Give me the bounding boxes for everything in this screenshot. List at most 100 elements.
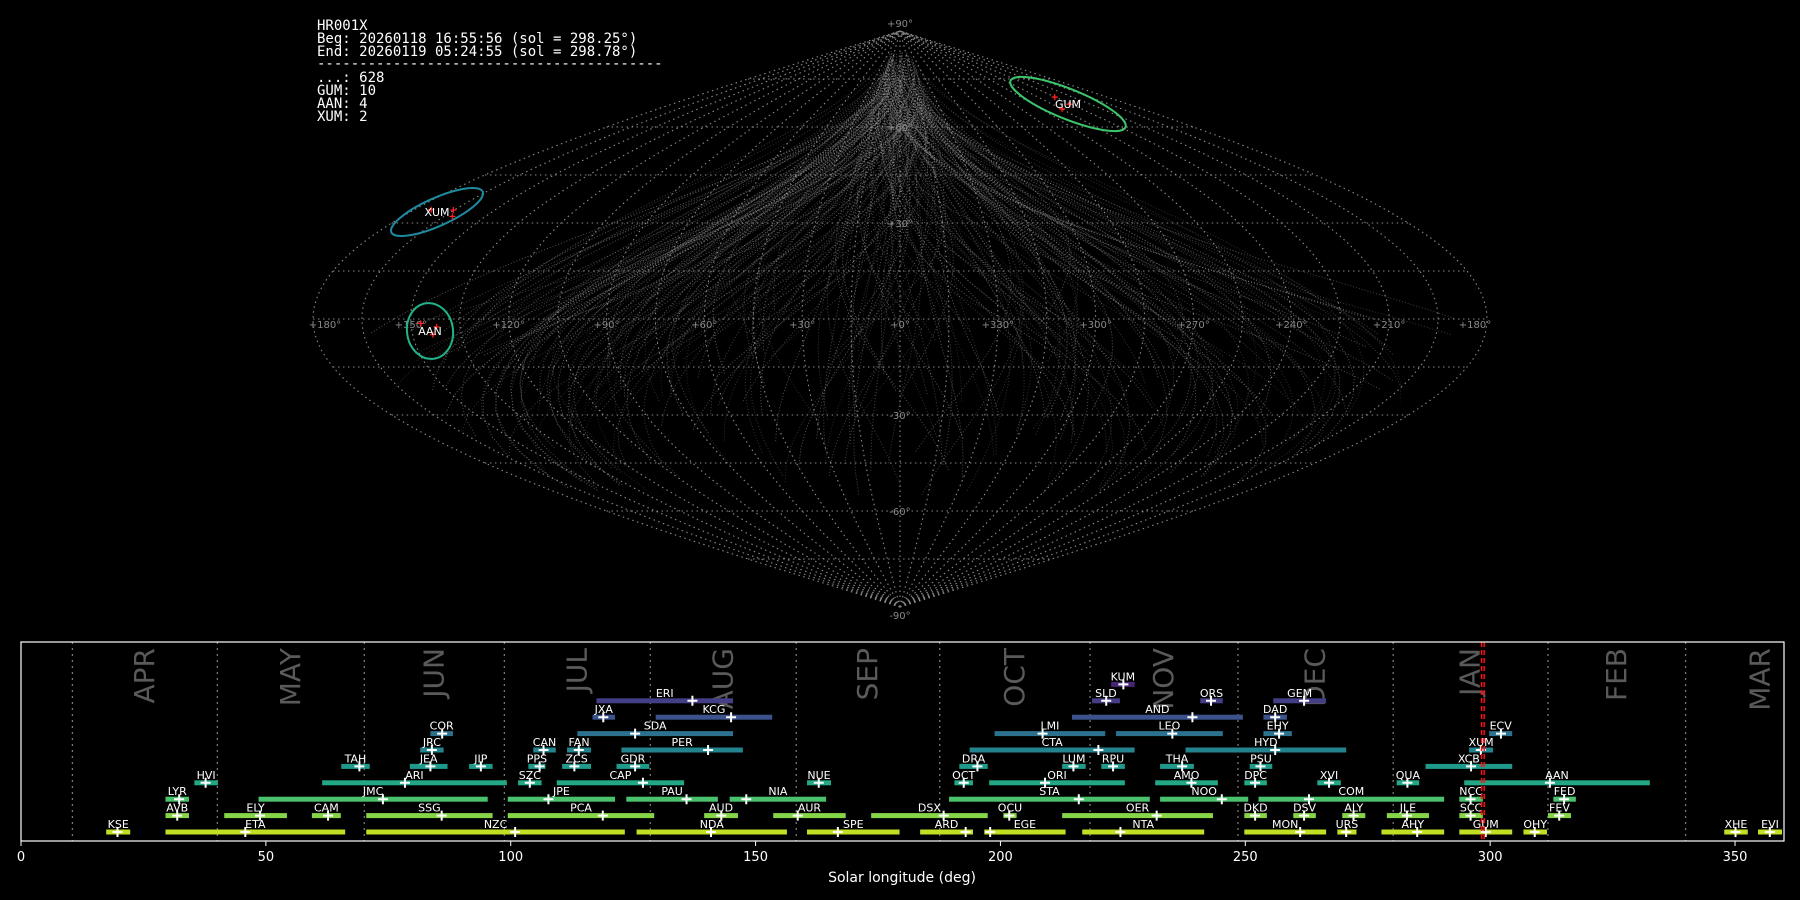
radiant-label: XUM	[424, 206, 449, 219]
shower-label: AND	[1145, 703, 1169, 716]
shower-label: ELY	[246, 802, 265, 815]
lat-tick-label: -30°	[889, 411, 910, 422]
month-label: JUL	[560, 648, 593, 695]
shower-label: COM	[1338, 785, 1364, 798]
lon-tick-label: +330°	[982, 320, 1014, 331]
shower-label: URS	[1336, 818, 1359, 831]
lon-tick-label: +120°	[492, 320, 524, 331]
shower-label: TAH	[344, 752, 367, 765]
shower-label: PER	[672, 736, 694, 749]
shower-label: CAM	[314, 802, 339, 815]
shower-label: FAN	[568, 736, 589, 749]
x-tick-label: 150	[743, 850, 768, 865]
shower-label: MON	[1272, 818, 1298, 831]
figure: +180° +150° +120° +90° +60° +30° +0° +330° +300°…	[0, 0, 1800, 900]
shower-label: LMI	[1040, 720, 1059, 733]
shower-label: AHY	[1402, 818, 1425, 831]
shower-label: DRA	[962, 752, 986, 765]
shower-label: KUM	[1111, 670, 1135, 683]
shower-label: NOO	[1191, 785, 1217, 798]
month-label: NOV	[1147, 648, 1180, 710]
lon-tick-label: +180°	[1459, 320, 1491, 331]
shower-label: XVI	[1320, 769, 1338, 782]
x-tick-label: 300	[1478, 850, 1503, 865]
shower-label: ORS	[1200, 687, 1223, 700]
shower-label: SLD	[1095, 687, 1117, 700]
shower-label: LUM	[1062, 752, 1085, 765]
shower-label: DSV	[1293, 802, 1316, 815]
x-tick-label: 250	[1233, 850, 1258, 865]
x-tick-label: 50	[258, 850, 275, 865]
count-xum: XUM: 2	[317, 109, 368, 125]
shower-label: AAN	[1545, 769, 1569, 782]
shower-label: OHY	[1523, 818, 1547, 831]
shower-label: DSX	[918, 802, 941, 815]
lat-tick-label: +30°	[887, 219, 913, 230]
lon-tick-label: +60°	[691, 320, 717, 331]
shower-label: FEV	[1549, 802, 1570, 815]
shower-label: KSE	[108, 818, 129, 831]
lat-tick-label: -60°	[889, 507, 910, 518]
shower-label: DPC	[1244, 769, 1267, 782]
shower-label: JMC	[362, 785, 384, 798]
shower-label: NIA	[768, 785, 787, 798]
shower-label: NUE	[807, 769, 830, 782]
shower-label: SPE	[843, 818, 864, 831]
x-tick-label: 100	[498, 850, 523, 865]
radiant-label: AAN	[418, 325, 442, 338]
shower-label: STA	[1039, 785, 1060, 798]
shower-label: FED	[1554, 785, 1576, 798]
shower-label: JXA	[594, 703, 614, 716]
shower-label: DKD	[1244, 802, 1268, 815]
x-tick-label: 0	[17, 850, 25, 865]
shower-label: CAP	[609, 769, 631, 782]
shower-label: JPE	[552, 785, 570, 798]
shower-label: CTA	[1042, 736, 1064, 749]
lon-tick-label: +30°	[789, 320, 815, 331]
shower-label: ARI	[405, 769, 423, 782]
shower-label: NZC	[484, 818, 508, 831]
shower-label: GUM	[1473, 818, 1499, 831]
lon-tick-label: +210°	[1373, 320, 1405, 331]
shower-label: XCB	[1458, 752, 1480, 765]
shower-label: EVI	[1761, 818, 1779, 831]
shower-label: ECV	[1490, 720, 1513, 733]
lon-tick-label: +180°	[309, 320, 341, 331]
shower-label: JIP	[473, 752, 487, 765]
month-label: MAR	[1743, 648, 1776, 711]
month-label: MAY	[274, 647, 307, 706]
shower-label: KCG	[703, 703, 726, 716]
x-axis-label: Solar longitude (deg)	[828, 870, 976, 886]
shower-label: THA	[1165, 752, 1189, 765]
x-tick-label: 200	[988, 850, 1013, 865]
shower-label: NTA	[1132, 818, 1154, 831]
shower-label: OER	[1126, 802, 1150, 815]
shower-label: XHE	[1725, 818, 1748, 831]
shower-label: EGE	[1014, 818, 1036, 831]
lon-tick-label: +90°	[593, 320, 619, 331]
lon-tick-label: +240°	[1275, 320, 1307, 331]
shower-label: JLE	[1399, 802, 1416, 815]
shower-label: AUD	[709, 802, 733, 815]
shower-label: SSG	[418, 802, 441, 815]
shower-label: PAU	[661, 785, 683, 798]
lon-tick-label: +0°	[890, 320, 910, 331]
shower-label: ARD	[935, 818, 959, 831]
shower-label: OCU	[998, 802, 1022, 815]
shower-label: SDA	[644, 720, 667, 733]
shower-label: GDR	[621, 752, 646, 765]
shower-label: JEA	[419, 752, 438, 765]
month-label: JUN	[417, 648, 450, 700]
shower-label: ERI	[656, 687, 674, 700]
shower-label: PCA	[570, 802, 592, 815]
shower-label: COR	[430, 720, 454, 733]
shower-label: JRC	[422, 736, 441, 749]
shower-label: DAD	[1263, 703, 1287, 716]
month-label: SEP	[851, 648, 884, 700]
shower-label: HYD	[1254, 736, 1277, 749]
shower-label: SZC	[519, 769, 542, 782]
month-label: FEB	[1600, 648, 1633, 701]
shower-label: AVB	[166, 802, 188, 815]
lat-tick-label: +90°	[887, 19, 913, 30]
lon-tick-label: +270°	[1177, 320, 1209, 331]
